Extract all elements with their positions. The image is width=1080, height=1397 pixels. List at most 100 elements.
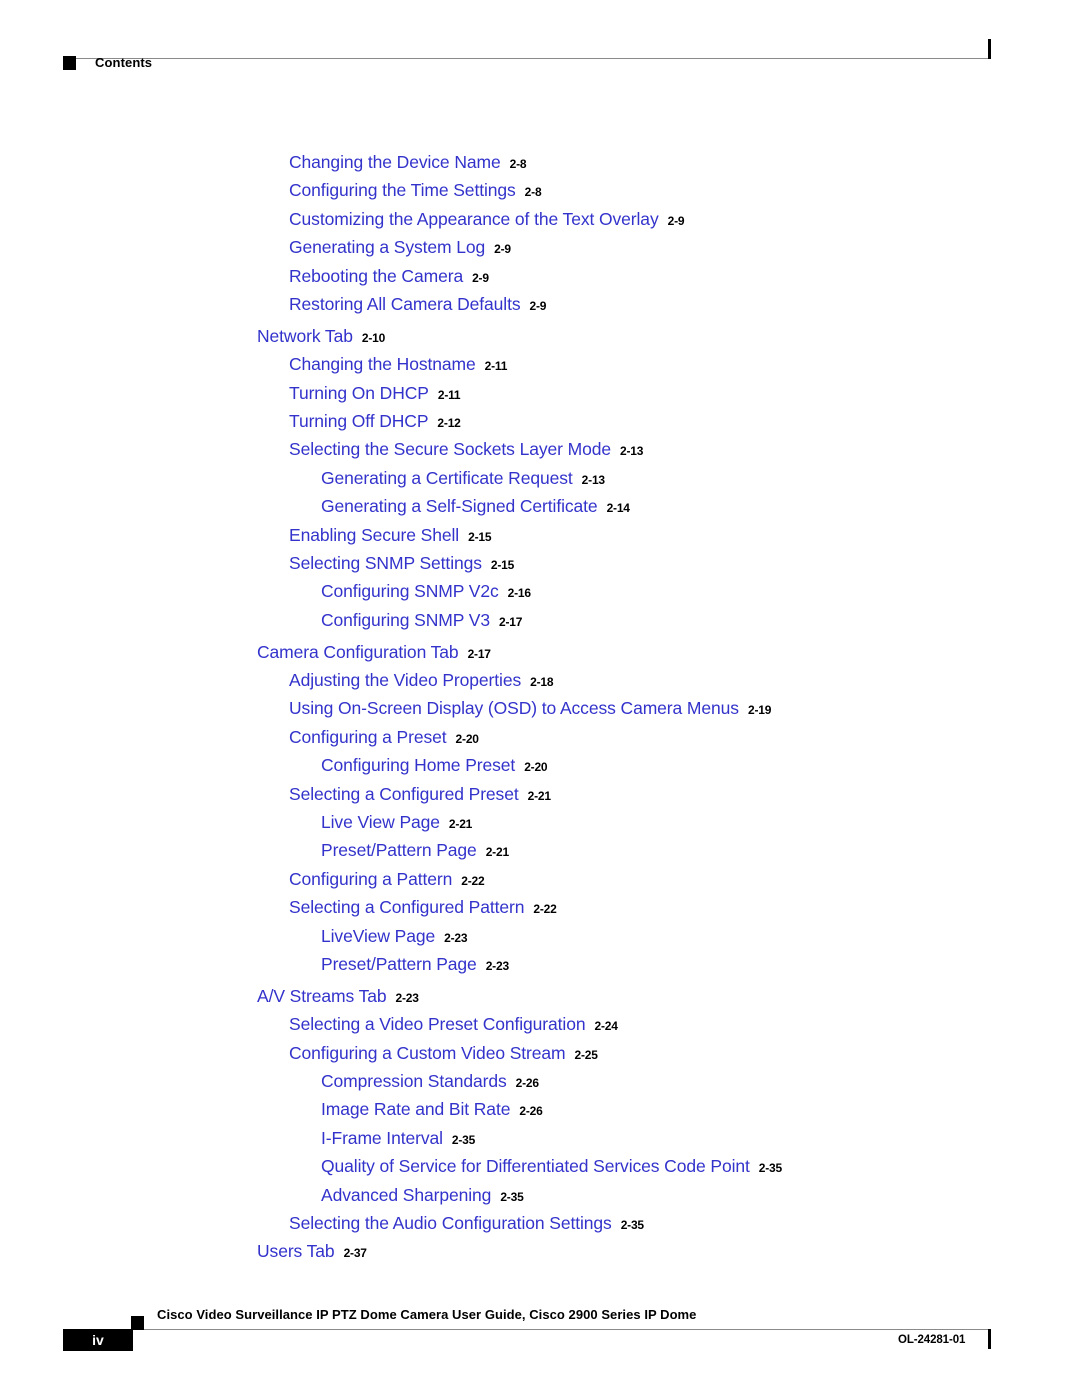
toc-entry-page-number: 2-13 <box>619 444 644 459</box>
toc-entry-title[interactable]: Using On-Screen Display (OSD) to Access … <box>289 698 739 719</box>
toc-entry[interactable]: Advanced Sharpening 2-35 <box>0 1185 1080 1213</box>
toc-entry-title[interactable]: Selecting the Secure Sockets Layer Mode <box>289 439 611 460</box>
toc-entry[interactable]: Restoring All Camera Defaults 2-9 <box>0 294 1080 322</box>
toc-entry-title[interactable]: Configuring the Time Settings <box>289 180 516 201</box>
toc-entry-title[interactable]: Restoring All Camera Defaults <box>289 294 521 315</box>
toc-entry[interactable]: Compression Standards 2-26 <box>0 1071 1080 1099</box>
toc-entry-title[interactable]: Changing the Hostname <box>289 354 476 375</box>
toc-entry-title[interactable]: Compression Standards <box>321 1071 507 1092</box>
toc-entry-page-number: 2-20 <box>455 731 479 746</box>
toc-entry-title[interactable]: Rebooting the Camera <box>289 266 463 287</box>
toc-entry[interactable]: Enabling Secure Shell 2-15 <box>0 525 1080 553</box>
toc-entry-title[interactable]: Users Tab <box>257 1241 335 1262</box>
toc-entry[interactable]: Preset/Pattern Page 2-23 <box>0 954 1080 982</box>
toc-entry-title[interactable]: Changing the Device Name <box>289 152 501 173</box>
header-square-bullet-icon <box>63 56 76 70</box>
toc-entry-title[interactable]: Configuring SNMP V3 <box>321 610 490 631</box>
footer-document-number: OL-24281-01 <box>898 1334 966 1346</box>
toc-entry[interactable]: Preset/Pattern Page 2-21 <box>0 840 1080 868</box>
toc-entry-page-number: 2-35 <box>451 1132 476 1147</box>
toc-entry[interactable]: I-Frame Interval 2-35 <box>0 1128 1080 1156</box>
toc-entry-title[interactable]: Image Rate and Bit Rate <box>321 1099 510 1120</box>
toc-entry-title[interactable]: Preset/Pattern Page <box>321 954 477 975</box>
toc-entry-title[interactable]: Configuring a Custom Video Stream <box>289 1043 566 1064</box>
toc-entry-title[interactable]: Camera Configuration Tab <box>257 642 459 663</box>
toc-entry[interactable]: Adjusting the Video Properties 2-18 <box>0 670 1080 698</box>
footer-square-bullet-icon <box>131 1316 144 1330</box>
toc-entry[interactable]: A/V Streams Tab 2-23 <box>0 986 1080 1014</box>
toc-entry[interactable]: Camera Configuration Tab 2-17 <box>0 642 1080 670</box>
toc-entry[interactable]: Selecting a Configured Pattern 2-22 <box>0 897 1080 925</box>
toc-entry[interactable]: Changing the Hostname 2-11 <box>0 354 1080 382</box>
toc-entry-page-number: 2-9 <box>667 213 685 228</box>
toc-entry-title[interactable]: Configuring SNMP V2c <box>321 581 499 602</box>
toc-entry-page-number: 2-22 <box>533 902 557 917</box>
toc-entry[interactable]: Rebooting the Camera 2-9 <box>0 266 1080 294</box>
toc-entry-title[interactable]: Configuring a Pattern <box>289 869 452 890</box>
toc-entry-title[interactable]: Configuring a Preset <box>289 727 447 748</box>
toc-entry[interactable]: Turning Off DHCP 2-12 <box>0 411 1080 439</box>
toc-entry-title[interactable]: I-Frame Interval <box>321 1128 443 1149</box>
toc-entry-page-number: 2-13 <box>581 472 605 487</box>
toc-entry-title[interactable]: Network Tab <box>257 326 353 347</box>
toc-entry-page-number: 2-23 <box>444 930 468 945</box>
toc-entry[interactable]: Users Tab 2-37 <box>0 1241 1080 1269</box>
toc-entry[interactable]: Selecting the Secure Sockets Layer Mode 2… <box>0 439 1080 467</box>
toc-entry-page-number: 2-18 <box>530 675 554 690</box>
toc-entry-title[interactable]: Live View Page <box>321 812 440 833</box>
toc-entry-title[interactable]: Selecting a Configured Pattern <box>289 897 524 918</box>
toc-entry[interactable]: Network Tab 2-10 <box>0 326 1080 354</box>
toc-entry[interactable]: Turning On DHCP 2-11 <box>0 383 1080 411</box>
toc-entry-title[interactable]: LiveView Page <box>321 926 435 947</box>
toc-entry-title[interactable]: Turning Off DHCP <box>289 411 429 432</box>
toc-entry-title[interactable]: A/V Streams Tab <box>257 986 387 1007</box>
toc-entry[interactable]: Selecting a Video Preset Configuration 2-… <box>0 1014 1080 1042</box>
toc-entry-title[interactable]: Selecting a Configured Preset <box>289 784 519 805</box>
toc-entry[interactable]: Selecting the Audio Configuration Settin… <box>0 1213 1080 1241</box>
toc-entry[interactable]: Customizing the Appearance of the Text O… <box>0 209 1080 237</box>
toc-entry-title[interactable]: Generating a System Log <box>289 237 485 258</box>
toc-entry-page-number: 2-25 <box>574 1047 598 1062</box>
toc-entry[interactable]: Configuring SNMP V2c 2-16 <box>0 581 1080 609</box>
footer-rule-end-tick <box>988 1329 991 1349</box>
toc-entry[interactable]: Generating a System Log 2-9 <box>0 237 1080 265</box>
toc-entry[interactable]: Configuring SNMP V3 2-17 <box>0 610 1080 638</box>
footer-rule <box>63 1329 990 1330</box>
toc-entry-page-number: 2-35 <box>758 1161 782 1176</box>
toc-entry[interactable]: Configuring the Time Settings 2-8 <box>0 180 1080 208</box>
toc-entry-title[interactable]: Selecting a Video Preset Configuration <box>289 1014 586 1035</box>
toc-entry[interactable]: Generating a Self-Signed Certificate 2-14 <box>0 496 1080 524</box>
toc-entry[interactable]: Configuring a Custom Video Stream 2-25 <box>0 1043 1080 1071</box>
header-rule <box>63 58 990 59</box>
toc-entry[interactable]: LiveView Page 2-23 <box>0 926 1080 954</box>
toc-entry-title[interactable]: Preset/Pattern Page <box>321 840 477 861</box>
toc-entry-title[interactable]: Quality of Service for Differentiated Se… <box>321 1156 750 1177</box>
toc-entry-title[interactable]: Generating a Self-Signed Certificate <box>321 496 598 517</box>
toc-entry-title[interactable]: Turning On DHCP <box>289 383 429 404</box>
toc-entry-title[interactable]: Selecting SNMP Settings <box>289 553 482 574</box>
toc-entry-title[interactable]: Selecting the Audio Configuration Settin… <box>289 1213 612 1234</box>
toc-entry[interactable]: Configuring a Preset 2-20 <box>0 727 1080 755</box>
toc-entry[interactable]: Quality of Service for Differentiated Se… <box>0 1156 1080 1184</box>
toc-entry[interactable]: Changing the Device Name 2-8 <box>0 152 1080 180</box>
page-title: Contents <box>95 55 153 70</box>
toc-entry[interactable]: Using On-Screen Display (OSD) to Access … <box>0 698 1080 726</box>
toc-entry[interactable]: Selecting SNMP Settings 2-15 <box>0 553 1080 581</box>
toc-entry-title[interactable]: Enabling Secure Shell <box>289 525 459 546</box>
toc-entry-title[interactable]: Configuring Home Preset <box>321 755 515 776</box>
toc-entry[interactable]: Generating a Certificate Request 2-13 <box>0 468 1080 496</box>
toc-entry-page-number: 2-37 <box>343 1246 367 1261</box>
toc-entry[interactable]: Configuring Home Preset 2-20 <box>0 755 1080 783</box>
toc-entry-title[interactable]: Adjusting the Video Properties <box>289 670 521 691</box>
toc-entry-title[interactable]: Customizing the Appearance of the Text O… <box>289 209 659 230</box>
toc-entry-page-number: 2-35 <box>620 1217 644 1232</box>
toc-entry[interactable]: Image Rate and Bit Rate 2-26 <box>0 1099 1080 1127</box>
toc-entry-page-number: 2-9 <box>494 242 511 257</box>
toc-entry[interactable]: Live View Page 2-21 <box>0 812 1080 840</box>
toc-entry-title[interactable]: Advanced Sharpening <box>321 1185 491 1206</box>
toc-entry[interactable]: Configuring a Pattern 2-22 <box>0 869 1080 897</box>
toc-entry-page-number: 2-17 <box>498 614 523 629</box>
toc-entry[interactable]: Selecting a Configured Preset 2-21 <box>0 784 1080 812</box>
toc-entry-title[interactable]: Generating a Certificate Request <box>321 468 573 489</box>
toc-entry-page-number: 2-23 <box>395 990 419 1005</box>
